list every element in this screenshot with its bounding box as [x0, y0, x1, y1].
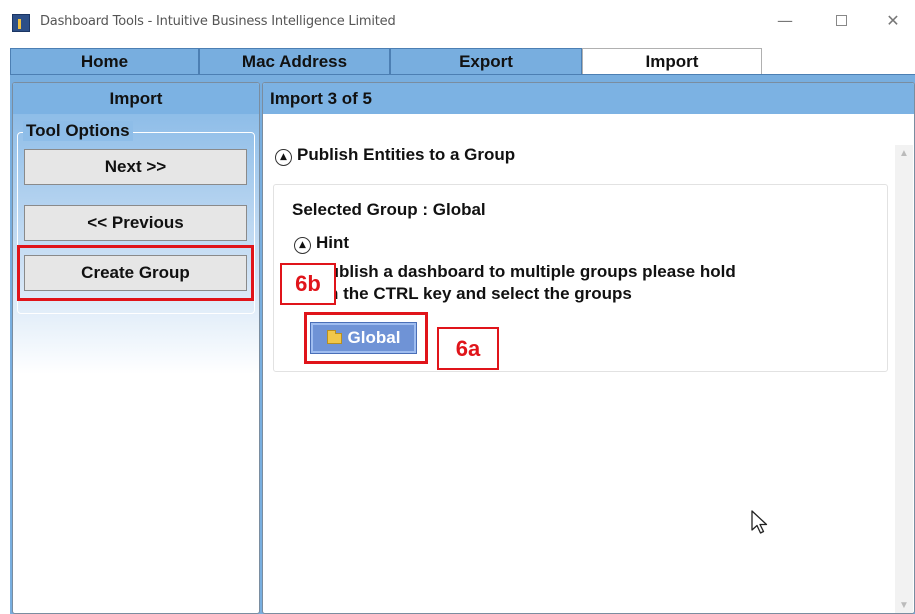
highlight-create-group [17, 245, 254, 301]
next-button[interactable]: Next >> [24, 149, 247, 185]
mouse-cursor-icon [751, 510, 768, 534]
tab-home[interactable]: Home [10, 48, 199, 74]
vertical-scrollbar[interactable]: ▲ ▼ [895, 145, 913, 613]
callout-6b: 6b [280, 263, 336, 305]
scroll-up-icon[interactable]: ▲ [895, 145, 913, 163]
tool-panel-header: Import [13, 83, 259, 114]
hint-line: To publish a dashboard to multiple group… [294, 262, 736, 281]
tool-options-label: Tool Options [23, 121, 133, 141]
callout-6a: 6a [437, 327, 499, 370]
highlight-global-group [304, 312, 428, 364]
import-step-header: Import 3 of 5 [263, 83, 914, 114]
publish-section-toggle[interactable]: ▲ Publish Entities to a Group [275, 145, 515, 166]
tool-panel: Import Tool Options Next >> << Previous … [12, 82, 260, 614]
tab-bar: Home Mac Address Export Import [0, 44, 915, 74]
tab-export[interactable]: Export [390, 48, 582, 74]
hint-toggle[interactable]: ▲ Hint [294, 233, 349, 254]
close-button[interactable]: ✕ [878, 8, 908, 34]
scroll-down-icon[interactable]: ▼ [895, 597, 913, 613]
selected-group-label: Selected Group : Global [292, 200, 486, 219]
hint-text: To publish a dashboard to multiple group… [294, 261, 874, 305]
previous-button[interactable]: << Previous [24, 205, 247, 241]
app-icon [12, 14, 30, 32]
hint-line: down the CTRL key and select the groups [294, 284, 632, 303]
publish-section-title: Publish Entities to a Group [297, 145, 516, 164]
window-title: Dashboard Tools - Intuitive Business Int… [40, 14, 396, 29]
minimize-button[interactable]: — [770, 8, 800, 34]
maximize-icon [835, 15, 847, 26]
title-bar: Dashboard Tools - Intuitive Business Int… [0, 0, 915, 44]
hint-title: Hint [316, 233, 350, 252]
collapse-icon: ▲ [294, 237, 311, 254]
maximize-button[interactable] [826, 8, 856, 34]
tab-mac-address[interactable]: Mac Address [199, 48, 390, 74]
collapse-icon: ▲ [275, 149, 292, 166]
tab-import[interactable]: Import [582, 48, 762, 74]
